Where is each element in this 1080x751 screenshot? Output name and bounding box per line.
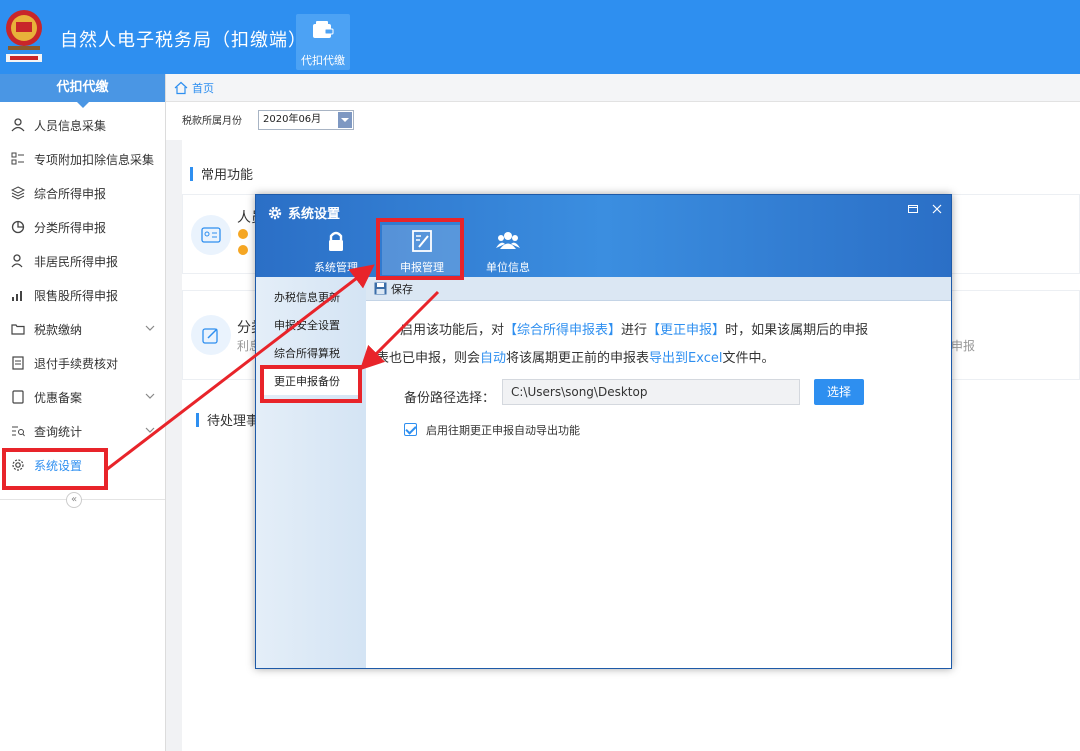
- breadcrumb: 首页: [166, 74, 1080, 102]
- dialog-header: 系统设置 系统管理 申报管理 单位信息: [256, 195, 951, 277]
- tab-unit-info[interactable]: 单位信息: [468, 225, 548, 275]
- sidebar-item-nonresident[interactable]: 非居民所得申报: [0, 244, 165, 278]
- sidebar-item-special-deduction[interactable]: 专项附加扣除信息采集: [0, 142, 165, 176]
- file-icon: [10, 389, 26, 405]
- id-card-icon: [191, 215, 231, 255]
- tab-label: 单位信息: [486, 261, 530, 274]
- highlight-box-tab: [376, 218, 464, 280]
- dialog-left-menu: 办税信息更新 申报安全设置 综合所得算税 更正申报备份: [256, 277, 366, 668]
- sidebar-item-query-stats[interactable]: 查询统计: [0, 414, 165, 448]
- sidebar-item-label: 查询统计: [34, 424, 83, 439]
- sidebar-item-label: 专项附加扣除信息采集: [34, 152, 155, 167]
- left-menu-comprehensive-calc[interactable]: 综合所得算税: [264, 341, 360, 367]
- sidebar-divider: [0, 499, 165, 500]
- app-title: 自然人电子税务局（扣缴端）: [60, 30, 307, 51]
- filter-bar: 税款所属月份 2020年06月: [166, 102, 1080, 140]
- sidebar-item-personnel[interactable]: 人员信息采集: [0, 108, 165, 142]
- tax-month-value: 2020年06月: [263, 114, 322, 125]
- dialog-title-text: 系统设置: [288, 207, 341, 222]
- edit-icon: [191, 315, 231, 355]
- save-button[interactable]: 保存: [391, 281, 413, 297]
- sidebar-item-label: 分类所得申报: [34, 220, 107, 235]
- lock-icon: [329, 231, 343, 251]
- sidebar-item-tax-payment[interactable]: 税款缴纳: [0, 312, 165, 346]
- backup-path-input[interactable]: C:\Users\song\Desktop: [502, 379, 800, 405]
- group-icon: [496, 232, 520, 249]
- feature-description: 启用该功能后，对【综合所得申报表】进行【更正申报】时，如果该属期后的申报表也已申…: [376, 317, 876, 373]
- system-settings-dialog: 系统设置 系统管理 申报管理 单位信息 办税信息更新 申报安全设置 综合所得算税…: [255, 194, 952, 669]
- pie-icon: [10, 219, 26, 235]
- receipt-icon: [10, 355, 26, 371]
- tax-month-label: 税款所属月份: [182, 116, 242, 127]
- dialog-toolbar: 保存: [366, 277, 951, 301]
- auto-export-checkbox[interactable]: [404, 423, 417, 436]
- sidebar-item-preferential-filing[interactable]: 优惠备案: [0, 380, 165, 414]
- section-title-text: 常用功能: [201, 168, 254, 183]
- left-menu-filing-security[interactable]: 申报安全设置: [264, 313, 360, 339]
- sidebar-item-label: 非居民所得申报: [34, 254, 119, 269]
- top-nav-label: 代扣代缴: [301, 54, 345, 67]
- app-header: 自然人电子税务局（扣缴端） 代扣代缴: [0, 0, 1080, 74]
- save-icon: [374, 282, 387, 295]
- section-common-functions: 常用功能: [190, 164, 253, 183]
- chevron-down-icon: [145, 427, 155, 433]
- desc-text: 将该属期更正前的申报表: [506, 351, 650, 366]
- folder-icon: [10, 321, 26, 337]
- sidebar-item-label: 人员信息采集: [34, 118, 107, 133]
- list-icon: [10, 151, 26, 167]
- warning-dot-icon: [238, 245, 248, 255]
- sidebar-item-label: 限售股所得申报: [34, 288, 119, 303]
- desc-text: 文件中。: [722, 351, 775, 366]
- search-list-icon: [10, 423, 26, 439]
- collapse-sidebar-button[interactable]: «: [66, 492, 82, 508]
- section-pending: 待处理事: [196, 410, 259, 429]
- sidebar-item-label: 退付手续费核对: [34, 356, 119, 371]
- section-title-text: 待处理事: [207, 414, 260, 429]
- dialog-title: 系统设置: [268, 203, 340, 222]
- tab-system-management[interactable]: 系统管理: [296, 225, 376, 275]
- tax-month-select[interactable]: 2020年06月: [258, 110, 354, 130]
- chevron-down-icon: [145, 325, 155, 331]
- layers-icon: [10, 185, 26, 201]
- backup-path-label: 备份路径选择：: [404, 391, 496, 406]
- desc-highlight: 【综合所得申报表】: [504, 323, 622, 338]
- desc-highlight: 自动: [480, 351, 507, 366]
- sidebar: 代扣代缴 人员信息采集 专项附加扣除信息采集 综合所得申报 分类所得申报 非居民…: [0, 74, 166, 751]
- card-subtitle-right: 申报: [951, 339, 976, 353]
- highlight-box-menu: [260, 365, 362, 403]
- left-menu-tax-info-update[interactable]: 办税信息更新: [264, 285, 360, 311]
- chevron-down-icon: [145, 393, 155, 399]
- sidebar-item-comprehensive-income[interactable]: 综合所得申报: [0, 176, 165, 210]
- sidebar-item-restricted-stock[interactable]: 限售股所得申报: [0, 278, 165, 312]
- sidebar-item-label: 税款缴纳: [34, 322, 83, 337]
- auto-export-label: 启用往期更正申报自动导出功能: [426, 424, 580, 437]
- wallet-icon: [313, 21, 334, 38]
- sidebar-item-label: 综合所得申报: [34, 186, 107, 201]
- bar-chart-icon: [10, 287, 26, 303]
- chevron-down-icon: [338, 112, 352, 128]
- sidebar-item-classified-income[interactable]: 分类所得申报: [0, 210, 165, 244]
- breadcrumb-home[interactable]: 首页: [192, 80, 214, 96]
- close-icon[interactable]: [930, 203, 944, 217]
- desc-text: 启用该功能后，对: [400, 323, 505, 338]
- gear-icon: [268, 206, 282, 219]
- desc-highlight: 导出到Excel: [649, 351, 723, 366]
- user-icon: [10, 117, 26, 133]
- restore-icon[interactable]: [906, 203, 920, 217]
- desc-highlight: 【更正申报】: [647, 323, 726, 338]
- sidebar-heading: 代扣代缴: [0, 74, 165, 108]
- home-icon: [174, 81, 188, 94]
- sidebar-item-label: 优惠备案: [34, 390, 83, 405]
- sidebar-item-refund-fee[interactable]: 退付手续费核对: [0, 346, 165, 380]
- top-nav-withholding[interactable]: 代扣代缴: [296, 14, 350, 70]
- person-icon: [10, 253, 26, 269]
- tax-emblem-logo: [6, 10, 42, 62]
- section-accent-bar: [196, 412, 199, 427]
- section-accent-bar: [190, 166, 193, 181]
- desc-text: 进行: [621, 323, 648, 338]
- tab-label: 系统管理: [314, 261, 358, 274]
- choose-path-button[interactable]: 选择: [814, 379, 864, 405]
- warning-dot-icon: [238, 229, 248, 239]
- highlight-box-sidebar: [2, 448, 108, 490]
